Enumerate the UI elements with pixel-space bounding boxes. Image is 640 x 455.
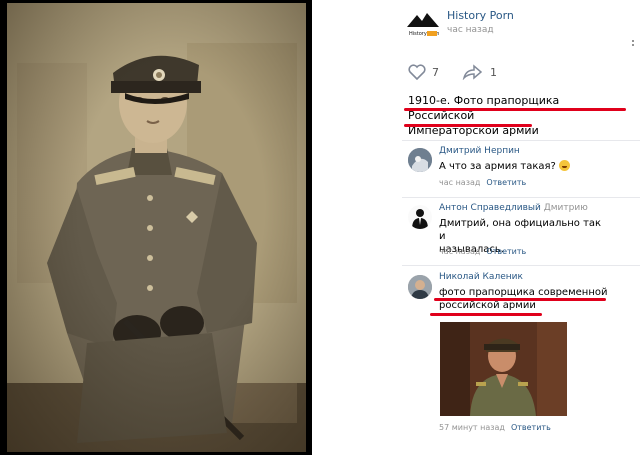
comment-author[interactable]: Дмитрий Нерпин: [439, 146, 520, 156]
laughing-emoji-icon: [558, 160, 570, 171]
share-arrow-icon: [462, 64, 482, 80]
comment-image-attachment[interactable]: [440, 322, 567, 416]
photo-viewer: [0, 0, 312, 455]
group-name-link[interactable]: History Porn: [447, 9, 514, 22]
highlight-underline: [430, 313, 542, 316]
reply-button[interactable]: Ответить: [511, 423, 551, 432]
comment-time[interactable]: час назад: [439, 247, 480, 256]
comment-author[interactable]: Антон Справедливый Дмитрию: [439, 203, 588, 213]
highlight-underline: [434, 298, 606, 301]
mountain-logo-icon: History Porn: [407, 13, 439, 37]
avatar[interactable]: [408, 148, 432, 172]
comment-time[interactable]: час назад: [439, 178, 480, 187]
like-button[interactable]: 7: [408, 63, 439, 81]
section-divider: [402, 265, 640, 266]
post-timestamp[interactable]: час назад: [447, 25, 494, 35]
comment-meta: час назад Ответить: [439, 178, 526, 187]
photo-vignette: [7, 3, 306, 452]
comment-meta: 57 минут назад Ответить: [439, 423, 551, 432]
comment-text: А что за армия такая?: [439, 160, 609, 173]
section-divider: [402, 140, 640, 141]
reply-target[interactable]: Дмитрию: [544, 203, 588, 213]
more-dots-icon[interactable]: [632, 40, 634, 48]
comment-time[interactable]: 57 минут назад: [439, 423, 505, 432]
highlight-underline: [404, 108, 626, 111]
sepia-photo[interactable]: [7, 3, 306, 452]
comment-author[interactable]: Николай Каленик: [439, 272, 523, 282]
comment-text-line: Дмитрий, она официально так и: [439, 218, 602, 242]
soldier-still-image: [440, 322, 567, 416]
reply-button[interactable]: Ответить: [486, 247, 526, 256]
share-count: 1: [490, 65, 497, 79]
post-text: 1910-е. Фото прапорщика Российской Импер…: [408, 93, 628, 138]
section-divider: [402, 197, 640, 198]
heart-icon: [408, 64, 426, 80]
like-count: 7: [432, 65, 439, 79]
avatar-image: [408, 205, 432, 229]
comment-author-name[interactable]: Антон Справедливый: [439, 203, 541, 213]
reply-button[interactable]: Ответить: [486, 178, 526, 187]
group-avatar[interactable]: History Porn: [405, 7, 439, 39]
comment-text-content: А что за армия такая?: [439, 161, 556, 172]
avatar-image: [408, 275, 432, 299]
avatar[interactable]: [408, 275, 432, 299]
comment-meta: час назад Ответить: [439, 247, 526, 256]
avatar[interactable]: [408, 205, 432, 229]
highlight-underline: [404, 124, 532, 127]
avatar-image: [408, 148, 432, 172]
share-button[interactable]: 1: [462, 63, 497, 81]
